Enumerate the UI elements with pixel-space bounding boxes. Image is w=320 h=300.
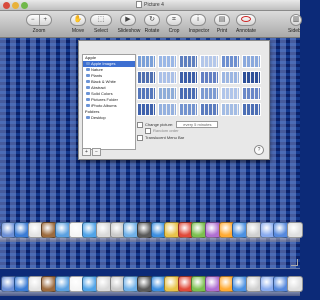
annotate-button[interactable] [236,14,256,26]
zoom-in-icon[interactable]: + [40,15,52,25]
wallpaper-thumbnail[interactable] [200,87,219,100]
toolbar: − + Zoom ✋ Move ⬚ Select ▶ Slideshow ↻ Ro… [0,11,302,38]
folder-icon [86,98,90,101]
wallpaper-thumbnail[interactable] [158,103,177,116]
wallpaper-thumbnail[interactable] [137,55,156,68]
document-icon [136,1,143,9]
folder-icon [86,68,90,71]
inspector-label: Inspector [188,28,210,34]
crop-icon: ⌗ [172,16,176,23]
source-item-desktop[interactable]: Desktop [83,115,135,121]
dock-reflection [0,216,303,246]
help-button[interactable]: ? [254,145,264,155]
folder-icon [86,86,90,89]
change-picture-option[interactable]: Change picture: every 5 minutes [137,121,219,128]
wallpaper-thumbnail[interactable] [179,103,198,116]
print-label: Print [216,28,228,34]
wallpaper-thumbnail[interactable] [179,87,198,100]
move-label: Move [71,28,85,34]
wallpaper-thumbnail[interactable] [242,103,261,116]
zoom-control[interactable]: − + [26,14,52,26]
window-title-text: Picture 4 [144,2,164,8]
dock [0,270,303,300]
folder-icon [86,92,90,95]
dock-app-icon[interactable] [286,222,303,238]
wallpaper-thumbnail[interactable] [200,55,219,68]
change-picture-label: Change picture: [145,122,174,127]
slideshow-label: Slideshow [117,28,141,34]
rotate-label: Rotate [144,28,160,34]
sidebar-icon: ▥ [292,16,300,23]
random-order-label: Random order [153,128,179,134]
slideshow-button[interactable]: ▶ [120,14,136,26]
desktop-preferences-pane: Apple Apple Images Nature Plants Black &… [78,40,270,160]
select-label: Select [94,28,108,34]
add-folder-button[interactable]: + [82,148,91,156]
translucent-menu-bar-option[interactable]: Translucent Menu Bar [137,135,184,141]
rotate-icon: ↻ [149,16,155,23]
remove-folder-button[interactable]: − [92,148,101,156]
annotate-label: Annotate [235,28,257,34]
translucent-menu-bar-label: Translucent Menu Bar [145,135,185,141]
preview-window: Picture 4 − + Zoom ✋ Move ⬚ Select ▶ Slid… [0,0,303,269]
sidebar-label: Sideb [288,28,300,34]
rotate-button[interactable]: ↻ [144,14,160,26]
random-order-option[interactable]: Random order [145,128,179,134]
folder-icon [86,104,90,107]
resize-grip[interactable] [291,259,298,266]
wallpaper-thumbnail[interactable] [137,71,156,84]
dock-app-icon[interactable] [286,276,303,292]
wallpaper-thumbnail-grid[interactable] [137,55,265,119]
wallpaper-thumbnail[interactable] [179,55,198,68]
selection-icon: ⬚ [97,16,105,23]
window-title: Picture 4 [0,0,300,10]
zoom-label: Zoom [32,28,46,34]
wallpaper-thumbnail[interactable] [221,103,240,116]
wallpaper-thumbnail[interactable] [242,55,261,68]
wallpaper-thumbnail[interactable] [221,71,240,84]
folder-icon [86,62,90,65]
zoom-out-icon[interactable]: − [27,15,40,25]
random-order-checkbox[interactable] [145,128,151,134]
wallpaper-thumbnail[interactable] [242,71,261,84]
crop-label: Crop [168,28,180,34]
translucent-menu-bar-checkbox[interactable] [137,135,143,141]
annotate-oval-icon [237,15,255,25]
title-bar[interactable]: Picture 4 [0,0,300,11]
source-list[interactable]: Apple Apple Images Nature Plants Black &… [82,54,136,150]
folder-icon [86,74,90,77]
folder-icon [86,80,90,83]
info-icon: i [197,16,199,23]
source-item-iphoto-albums[interactable]: iPhoto Albums [83,103,135,109]
change-picture-interval-select[interactable]: every 5 minutes [176,121,219,128]
wallpaper-thumbnail[interactable] [242,87,261,100]
crop-button[interactable]: ⌗ [166,14,182,26]
slideshow-icon: ▶ [125,16,131,23]
change-picture-checkbox[interactable] [137,121,143,128]
wallpaper-thumbnail[interactable] [158,71,177,84]
folder-icon [86,116,90,119]
wallpaper-thumbnail[interactable] [158,87,177,100]
inspector-button[interactable]: i [190,14,206,26]
wallpaper-thumbnail[interactable] [200,71,219,84]
select-button[interactable]: ⬚ [90,14,112,26]
wallpaper-thumbnail[interactable] [179,71,198,84]
wallpaper-thumbnail[interactable] [137,87,156,100]
wallpaper-thumbnail[interactable] [200,103,219,116]
wallpaper-thumbnail[interactable] [221,87,240,100]
sidebar-button[interactable]: ▥ [290,14,302,26]
wallpaper-thumbnail[interactable] [221,55,240,68]
source-list-controls: + − [82,148,102,156]
printer-icon: ▤ [218,16,226,23]
hand-icon: ✋ [73,16,83,23]
wallpaper-thumbnail[interactable] [158,55,177,68]
wallpaper-thumbnail[interactable] [137,103,156,116]
print-button[interactable]: ▤ [214,14,230,26]
move-button[interactable]: ✋ [70,14,86,26]
